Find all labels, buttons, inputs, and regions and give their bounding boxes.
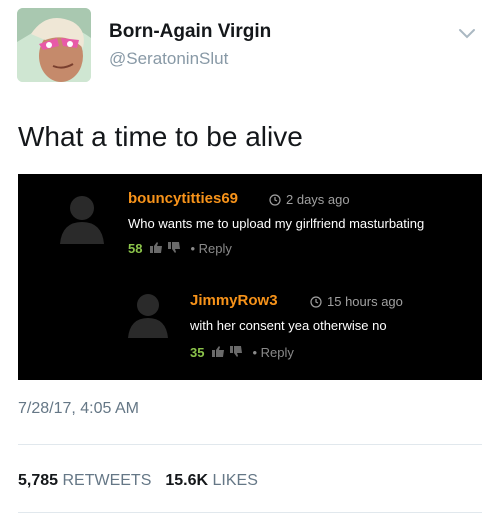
comment-username: JimmyRow3	[190, 292, 278, 309]
avatar-image	[17, 8, 91, 82]
thumbs-up-icon	[150, 241, 163, 256]
comment: JimmyRow3 15 hours ago with her consent …	[18, 274, 482, 380]
user-handle[interactable]: @SeratoninSlut	[109, 49, 228, 69]
comment: bouncytitties69 2 days ago Who wants me …	[18, 174, 482, 274]
comment-username: bouncytitties69	[128, 190, 239, 207]
likes-count: 15.6K	[165, 472, 213, 489]
retweets-label: RETWEETS	[62, 472, 152, 489]
likes-label: LIKES	[212, 472, 258, 489]
thumbs-up-icon	[212, 345, 225, 360]
comment-avatar	[58, 192, 106, 249]
thumbs-down-icon	[230, 345, 243, 360]
display-name[interactable]: Born-Again Virgin	[109, 21, 271, 43]
avatar[interactable]	[17, 8, 91, 82]
comment-time: 15 hours ago	[327, 294, 403, 309]
clock-icon	[269, 193, 281, 211]
comment-body: Who wants me to upload my girlfriend mas…	[128, 216, 425, 231]
comment-body: with her consent yea otherwise no	[190, 318, 387, 333]
comment-time: 2 days ago	[286, 192, 350, 207]
thumbs-down-icon	[168, 241, 181, 256]
divider	[18, 512, 482, 513]
retweets-stat[interactable]: 5,785 RETWEETS	[18, 472, 151, 490]
clock-icon	[310, 295, 322, 313]
comment-avatar	[126, 290, 170, 343]
retweets-count: 5,785	[18, 472, 63, 489]
comment-actions: 35 • Reply	[190, 345, 294, 360]
reply-link: • Reply	[190, 241, 232, 256]
reply-link: • Reply	[252, 345, 294, 360]
divider	[18, 444, 482, 445]
tweet-stats: 5,785 RETWEETS 15.6K LIKES	[18, 472, 272, 490]
likes-stat[interactable]: 15.6K LIKES	[165, 472, 258, 490]
tweet-timestamp[interactable]: 7/28/17, 4:05 AM	[18, 400, 139, 418]
chevron-down-icon[interactable]	[458, 27, 476, 39]
tweet-text: What a time to be alive	[18, 121, 303, 152]
embedded-screenshot[interactable]: bouncytitties69 2 days ago Who wants me …	[18, 174, 482, 380]
comment-score: 35	[190, 345, 205, 360]
comment-score: 58	[128, 241, 143, 256]
comment-actions: 58 • Reply	[128, 241, 232, 256]
